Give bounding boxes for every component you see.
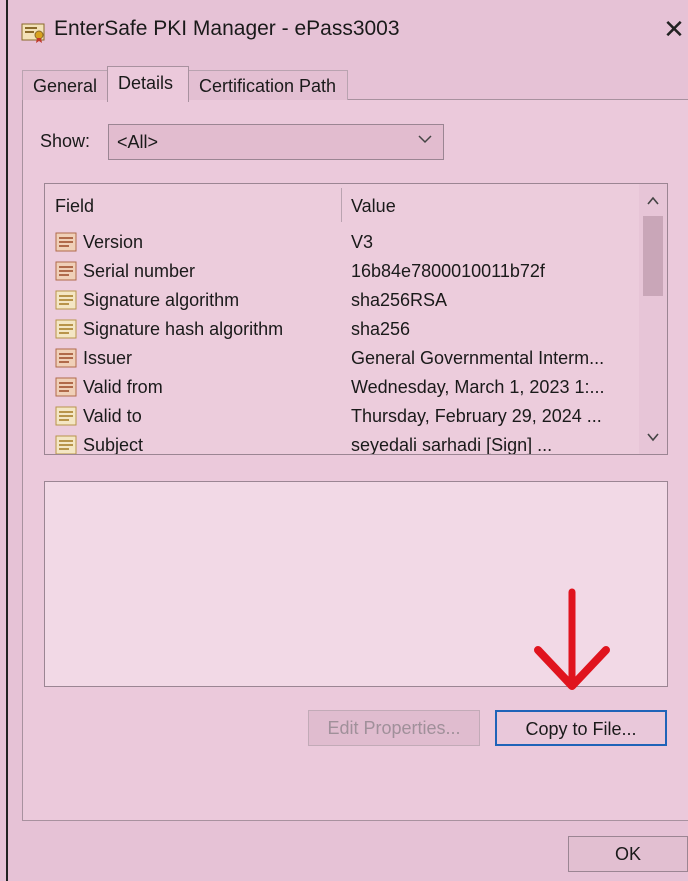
certificate-field-icon — [55, 232, 77, 252]
certificate-dialog: EnterSafe PKI Manager - ePass3003 ✕ Gene… — [0, 0, 688, 881]
close-button[interactable]: ✕ — [660, 14, 688, 44]
certificate-app-icon — [21, 23, 45, 43]
field-name: Valid to — [83, 406, 142, 426]
window-title: EnterSafe PKI Manager - ePass3003 — [54, 17, 400, 40]
tab-general[interactable]: General — [22, 70, 108, 100]
edit-properties-button[interactable]: Edit Properties... — [308, 710, 480, 746]
field-value: Thursday, February 29, 2024 ... — [351, 406, 602, 426]
certificate-field-icon — [55, 377, 77, 397]
field-value: General Governmental Interm... — [351, 348, 605, 368]
show-selected-value: <All> — [117, 132, 159, 152]
copy-to-file-button[interactable]: Copy to File... — [495, 710, 667, 746]
field-name: Serial number — [83, 261, 196, 281]
field-name: Subject — [83, 435, 144, 455]
field-name: Issuer — [83, 348, 133, 368]
column-header-field[interactable]: Field — [55, 196, 94, 217]
show-dropdown[interactable]: <All> — [108, 124, 444, 160]
scrollbar-thumb[interactable] — [643, 216, 663, 296]
list-item[interactable]: Signature algorithm sha256RSA — [55, 287, 635, 316]
field-name: Signature hash algorithm — [83, 319, 284, 339]
list-item[interactable]: Signature hash algorithm sha256 — [55, 316, 635, 345]
tab-certification-path[interactable]: Certification Path — [188, 70, 348, 100]
field-name: Valid from — [83, 377, 163, 397]
field-value: seyedali sarhadi [Sign] ... — [351, 435, 553, 455]
ok-button[interactable]: OK — [568, 836, 688, 872]
tab-details[interactable]: Details — [107, 66, 189, 102]
chevron-down-icon — [418, 135, 432, 144]
list-item[interactable]: Valid from Wednesday, March 1, 2023 1:..… — [55, 374, 635, 403]
column-header-value[interactable]: Value — [351, 196, 396, 217]
field-value: Wednesday, March 1, 2023 1:... — [351, 377, 605, 397]
column-separator[interactable] — [341, 188, 342, 222]
list-item[interactable]: Issuer General Governmental Interm... — [55, 345, 635, 374]
certificate-field-icon — [55, 261, 77, 281]
list-item[interactable]: Subject seyedali sarhadi [Sign] ... — [55, 432, 635, 455]
field-value: V3 — [351, 232, 374, 252]
certificate-field-icon — [55, 435, 77, 454]
title-bar: EnterSafe PKI Manager - ePass3003 — [8, 0, 688, 56]
field-name: Signature algorithm — [83, 290, 240, 310]
chevron-up-icon[interactable] — [645, 194, 661, 208]
certificate-field-icon — [55, 290, 77, 310]
certificate-field-icon — [55, 348, 77, 368]
list-item[interactable]: Serial number 16b84e7800010011b72f — [55, 258, 635, 287]
field-value: sha256RSA — [351, 290, 448, 310]
field-value: sha256 — [351, 319, 411, 339]
chevron-down-icon[interactable] — [645, 430, 661, 444]
certificate-fields-list[interactable]: Field Value Version V3 Serial number 16b… — [44, 183, 668, 455]
close-icon: ✕ — [663, 14, 685, 44]
red-arrow-annotation-icon — [534, 588, 610, 690]
show-label: Show: — [40, 131, 91, 151]
list-item[interactable]: Valid to Thursday, February 29, 2024 ... — [55, 403, 635, 432]
certificate-field-icon — [55, 406, 77, 426]
list-item[interactable]: Version V3 — [55, 229, 635, 258]
certificate-field-icon — [55, 319, 77, 339]
window-left-border — [6, 0, 8, 881]
field-value: 16b84e7800010011b72f — [351, 261, 545, 281]
field-name: Version — [83, 232, 144, 252]
list-scrollbar[interactable] — [639, 184, 667, 454]
